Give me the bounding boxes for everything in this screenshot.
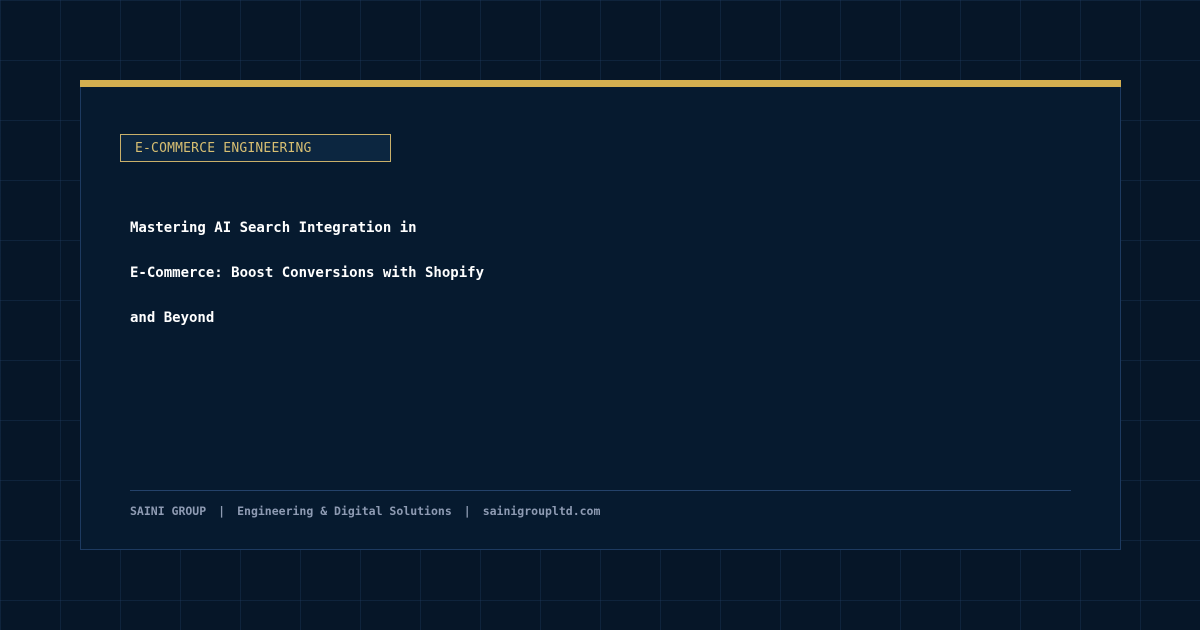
title-line: and Beyond bbox=[130, 310, 215, 326]
website-link[interactable]: sainigroupltd.com bbox=[483, 504, 601, 518]
footer: SAINI GROUP | Engineering & Digital Soluti… bbox=[130, 504, 600, 518]
title-line: Mastering AI Search Integration in bbox=[130, 220, 417, 236]
accent-bar bbox=[80, 80, 1121, 87]
footer-divider bbox=[130, 490, 1071, 491]
footer-separator: | bbox=[218, 504, 226, 518]
article-title: Mastering AI Search Integration in E-Com… bbox=[130, 210, 730, 345]
company-tagline: Engineering & Digital Solutions bbox=[237, 504, 452, 518]
footer-separator: | bbox=[463, 504, 471, 518]
company-name: SAINI GROUP bbox=[130, 504, 207, 518]
title-line: E-Commerce: Boost Conversions with Shopi… bbox=[130, 265, 485, 281]
article-card: E-COMMERCE ENGINEERING Mastering AI Sear… bbox=[80, 80, 1121, 550]
category-badge: E-COMMERCE ENGINEERING bbox=[120, 134, 391, 162]
